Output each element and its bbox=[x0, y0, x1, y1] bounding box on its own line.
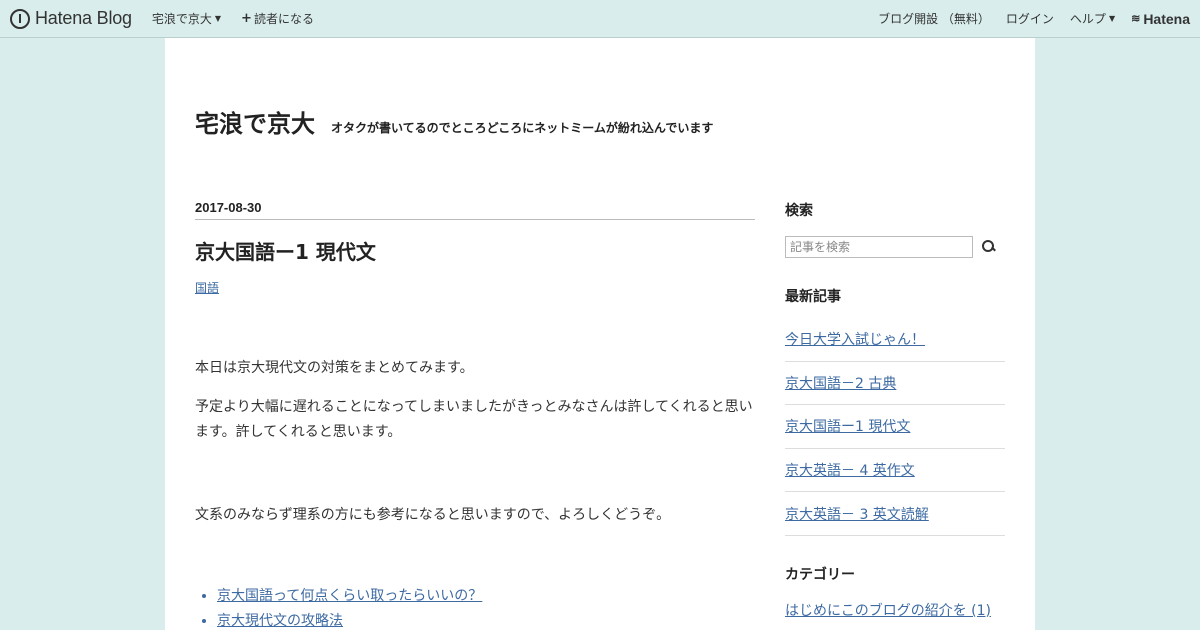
toc-link[interactable]: 京大現代文の攻略法 bbox=[217, 613, 343, 629]
caret-down-icon: ▼ bbox=[1108, 14, 1116, 23]
caret-down-icon: ▼ bbox=[214, 14, 222, 23]
blog-description: オタクが書いてるのでところどころにネットミームが紛れ込んでいます bbox=[331, 121, 714, 135]
toc-link[interactable]: 京大国語って何点くらい取ったらいいの？ bbox=[217, 588, 482, 604]
search-input[interactable] bbox=[785, 236, 973, 258]
recent-entry-link[interactable]: 京大英語－ 3 英文読解 bbox=[785, 504, 929, 524]
sidebar: 検索 最新記事 今日大学入試じゃん！ 京大国語－2 古典 京大国語ー1 現代文 … bbox=[785, 200, 1005, 620]
hatena-bird-icon: ≋ bbox=[1131, 13, 1141, 25]
paragraph: 本日は京大現代文の対策をまとめてみます。 bbox=[195, 360, 474, 376]
blog-content: 宅浪で京大 オタクが書いてるのでところどころにネットミームが紛れ込んでいます 2… bbox=[165, 38, 1035, 630]
login-link[interactable]: ログイン bbox=[1006, 10, 1054, 27]
entry-date[interactable]: 2017-08-30 bbox=[195, 200, 755, 220]
search-form bbox=[785, 236, 1005, 258]
recent-entry-link[interactable]: 京大英語－ 4 英作文 bbox=[785, 460, 915, 480]
table-of-contents: 京大国語って何点くらい取ったらいいの？ 京大現代文の攻略法 bbox=[195, 584, 755, 630]
blog-menu-label: 宅浪で京大 bbox=[151, 12, 212, 26]
subscribe-label: 読者になる bbox=[253, 12, 314, 26]
list-item[interactable]: 京大国語ー1 現代文 bbox=[785, 405, 1005, 449]
list-item[interactable]: 京大英語－ 3 英文読解 bbox=[785, 492, 1005, 536]
open-blog-label: ブログ開設 （無料） bbox=[878, 12, 990, 26]
hatena-blog-logo[interactable]: Hatena Blog bbox=[10, 8, 132, 29]
plus-icon: + bbox=[241, 11, 252, 26]
list-item[interactable]: 京大国語－2 古典 bbox=[785, 362, 1005, 406]
logo-text: Hatena Blog bbox=[35, 8, 132, 28]
list-item[interactable]: 京大英語－ 4 英作文 bbox=[785, 449, 1005, 493]
hatena-blog-logo-icon bbox=[10, 8, 30, 29]
help-label: ヘルプ bbox=[1069, 12, 1106, 26]
article: 2017-08-30 京大国語ー1 現代文 国語 本日は京大現代文の対策をまとめ… bbox=[195, 200, 755, 630]
blog-title[interactable]: 宅浪で京大 bbox=[195, 104, 315, 139]
blog-menu-dropdown[interactable]: 宅浪で京大 ▼ bbox=[152, 10, 221, 27]
blog-header: 宅浪で京大 オタクが書いてるのでところどころにネットミームが紛れ込んでいます bbox=[195, 104, 713, 139]
open-blog-link[interactable]: ブログ開設 （無料） bbox=[878, 10, 990, 27]
recent-entry-link[interactable]: 京大国語－2 古典 bbox=[785, 373, 896, 393]
toc-item[interactable]: 京大現代文の攻略法 bbox=[217, 609, 755, 630]
recent-entries: 今日大学入試じゃん！ 京大国語－2 古典 京大国語ー1 現代文 京大英語－ 4 … bbox=[785, 318, 1005, 536]
subscribe-button[interactable]: + 読者になる bbox=[241, 10, 314, 27]
category-list: はじめにこのブログの紹介を (1) bbox=[785, 600, 1005, 620]
hatena-label: Hatena bbox=[1143, 10, 1190, 27]
entry-title[interactable]: 京大国語ー1 現代文 bbox=[195, 236, 755, 265]
recent-entry-link[interactable]: 京大国語ー1 現代文 bbox=[785, 416, 910, 436]
hatena-logo[interactable]: ≋ Hatena bbox=[1131, 11, 1190, 27]
search-heading: 検索 bbox=[785, 203, 813, 219]
recent-heading: 最新記事 bbox=[785, 289, 841, 305]
paragraph: 予定より大幅に遅れることになってしまいましたがきっとみなさんは許してくれると思い… bbox=[195, 399, 753, 440]
entry-category[interactable]: 国語 bbox=[195, 279, 219, 296]
list-item[interactable]: 今日大学入試じゃん！ bbox=[785, 318, 1005, 362]
recent-entry-link[interactable]: 今日大学入試じゃん！ bbox=[785, 329, 925, 349]
help-dropdown[interactable]: ヘルプ ▼ bbox=[1070, 10, 1115, 27]
category-heading: カテゴリー bbox=[785, 566, 855, 583]
right-nav: ブログ開設 （無料） ログイン ヘルプ ▼ ≋ Hatena bbox=[862, 10, 1190, 27]
list-item[interactable]: はじめにこのブログの紹介を (1) bbox=[785, 600, 1005, 620]
paragraph: 文系のみならず理系の方にも参考になると思いますので、よろしくどうぞ。 bbox=[195, 507, 671, 523]
global-header: Hatena Blog 宅浪で京大 ▼ + 読者になる ブログ開設 （無料） ロ… bbox=[0, 0, 1200, 38]
search-icon[interactable] bbox=[979, 237, 999, 257]
toc-item[interactable]: 京大国語って何点くらい取ったらいいの？ bbox=[217, 584, 755, 609]
category-link[interactable]: はじめにこのブログの紹介を (1) bbox=[785, 603, 991, 619]
login-label: ログイン bbox=[1005, 12, 1054, 26]
